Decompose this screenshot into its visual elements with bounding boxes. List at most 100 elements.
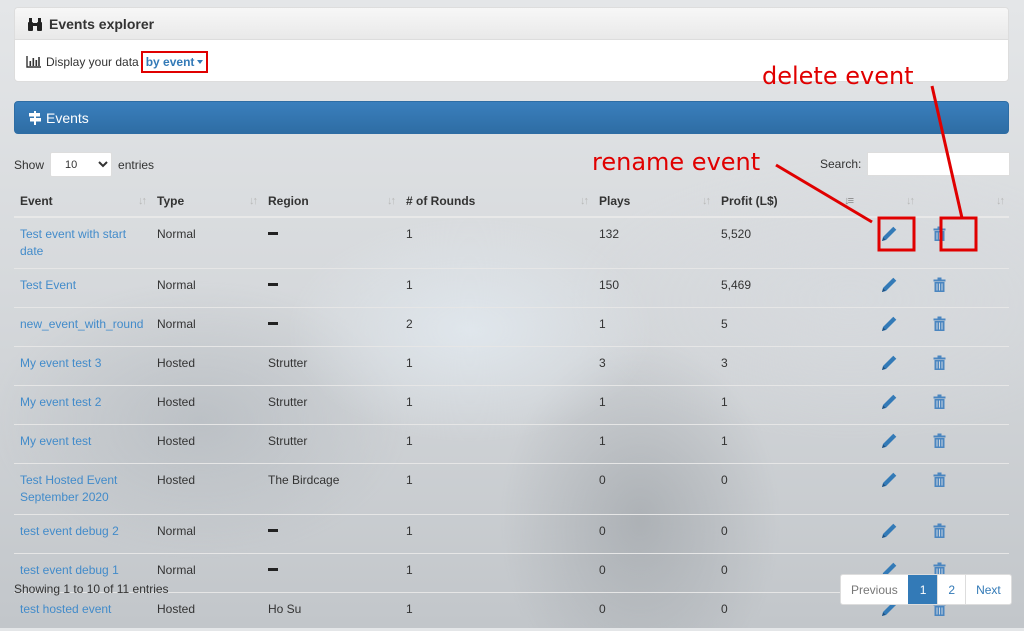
cell-plays: 3 (593, 347, 715, 386)
column-header-delete[interactable]: ↓↑ (919, 186, 1009, 217)
cell-delete (919, 347, 1009, 386)
column-header-region[interactable]: Region↓↑ (262, 186, 400, 217)
page-button-2[interactable]: 2 (937, 575, 965, 604)
cell-region (262, 515, 400, 554)
delete-event-button[interactable] (933, 316, 946, 331)
rename-event-button[interactable] (880, 277, 897, 294)
rename-event-button[interactable] (880, 523, 897, 540)
display-mode-value: by event (146, 55, 195, 69)
column-header-type[interactable]: Type↓↑ (151, 186, 262, 217)
empty-region-dash (268, 529, 278, 532)
cell-delete (919, 217, 1009, 269)
cell-delete (919, 425, 1009, 464)
search-input[interactable] (867, 152, 1010, 176)
sort-icon: ↓↑ (580, 195, 587, 207)
column-header-profit[interactable]: Profit (L$)↓≡ (715, 186, 858, 217)
cell-event: My event test 3 (14, 347, 151, 386)
sort-desc-icon: ↓≡ (844, 195, 852, 207)
empty-region-dash (268, 232, 278, 235)
cell-region (262, 217, 400, 269)
trash-icon (933, 316, 946, 331)
table-row: Test Hosted Event September 2020 Hosted … (14, 464, 1009, 515)
next-page-button[interactable]: Next (965, 575, 1011, 604)
cell-rounds: 1 (400, 347, 593, 386)
page-button-1[interactable]: 1 (908, 575, 938, 604)
event-link[interactable]: test hosted event (20, 602, 111, 616)
delete-event-button[interactable] (933, 277, 946, 292)
cell-event: Test Hosted Event September 2020 (14, 464, 151, 515)
column-header-event[interactable]: Event↓↑ (14, 186, 151, 217)
cell-type: Hosted (151, 593, 262, 631)
bar-chart-icon (26, 56, 41, 68)
delete-event-button[interactable] (933, 472, 946, 487)
search-label: Search: (820, 157, 861, 171)
cell-profit: 5,520 (715, 217, 858, 269)
cell-type: Normal (151, 515, 262, 554)
event-link[interactable]: My event test (20, 434, 91, 448)
empty-region-dash (268, 283, 278, 286)
cell-event: Test event with start date (14, 217, 151, 269)
event-link[interactable]: Test Hosted Event September 2020 (20, 473, 117, 504)
column-header-plays[interactable]: Plays↓↑ (593, 186, 715, 217)
cell-profit: 0 (715, 554, 858, 593)
cell-rename (858, 217, 919, 269)
cell-profit: 5,469 (715, 269, 858, 308)
rename-event-button[interactable] (880, 226, 897, 243)
cell-event: Test Event (14, 269, 151, 308)
event-link[interactable]: test event debug 2 (20, 524, 119, 538)
cell-region (262, 269, 400, 308)
cell-region: Strutter (262, 425, 400, 464)
trash-icon (933, 472, 946, 487)
event-link[interactable]: Test Event (20, 278, 76, 292)
annotation-delete-event: delete event (762, 62, 914, 90)
previous-page-button[interactable]: Previous (841, 575, 908, 604)
cell-plays: 1 (593, 425, 715, 464)
pencil-icon (880, 226, 897, 243)
rename-event-button[interactable] (880, 316, 897, 333)
pencil-icon (880, 523, 897, 540)
cell-plays: 0 (593, 593, 715, 631)
pencil-icon (880, 277, 897, 294)
event-link[interactable]: My event test 2 (20, 395, 101, 409)
delete-event-button[interactable] (933, 433, 946, 448)
delete-event-button[interactable] (933, 523, 946, 538)
trash-icon (933, 226, 946, 241)
cell-plays: 0 (593, 464, 715, 515)
event-link[interactable]: test event debug 1 (20, 563, 119, 577)
display-mode-dropdown[interactable]: by event (141, 51, 209, 73)
rename-event-button[interactable] (880, 394, 897, 411)
cell-event: test event debug 2 (14, 515, 151, 554)
entries-length-control: Show 10 entries (14, 152, 154, 177)
table-row: Test Event Normal 1 150 5,469 (14, 269, 1009, 308)
cell-type: Hosted (151, 386, 262, 425)
cell-plays: 0 (593, 554, 715, 593)
explorer-title: Events explorer (49, 16, 154, 32)
rename-event-button[interactable] (880, 433, 897, 450)
events-table: Event↓↑ Type↓↑ Region↓↑ # of Rounds↓↑ Pl… (14, 186, 1009, 631)
cell-delete (919, 269, 1009, 308)
event-link[interactable]: My event test 3 (20, 356, 101, 370)
rename-event-button[interactable] (880, 355, 897, 372)
cell-type: Hosted (151, 425, 262, 464)
caret-down-icon (197, 60, 203, 64)
table-row: test event debug 2 Normal 1 0 0 (14, 515, 1009, 554)
pencil-icon (880, 355, 897, 372)
delete-event-button[interactable] (933, 226, 946, 241)
event-link[interactable]: new_event_with_round (20, 317, 143, 331)
delete-event-button[interactable] (933, 394, 946, 409)
cell-rename (858, 308, 919, 347)
event-link[interactable]: Test event with start date (20, 227, 126, 258)
column-header-rename[interactable]: ↓↑ (858, 186, 919, 217)
column-header-rounds[interactable]: # of Rounds↓↑ (400, 186, 593, 217)
cell-region (262, 308, 400, 347)
trash-icon (933, 355, 946, 370)
cell-rounds: 1 (400, 386, 593, 425)
cell-profit: 0 (715, 593, 858, 631)
table-row: My event test 3 Hosted Strutter 1 3 3 (14, 347, 1009, 386)
delete-event-button[interactable] (933, 355, 946, 370)
cell-profit: 0 (715, 464, 858, 515)
rename-event-button[interactable] (880, 472, 897, 489)
search-control: Search: (820, 152, 1010, 176)
cell-rounds: 1 (400, 554, 593, 593)
entries-per-page-select[interactable]: 10 (50, 152, 112, 177)
